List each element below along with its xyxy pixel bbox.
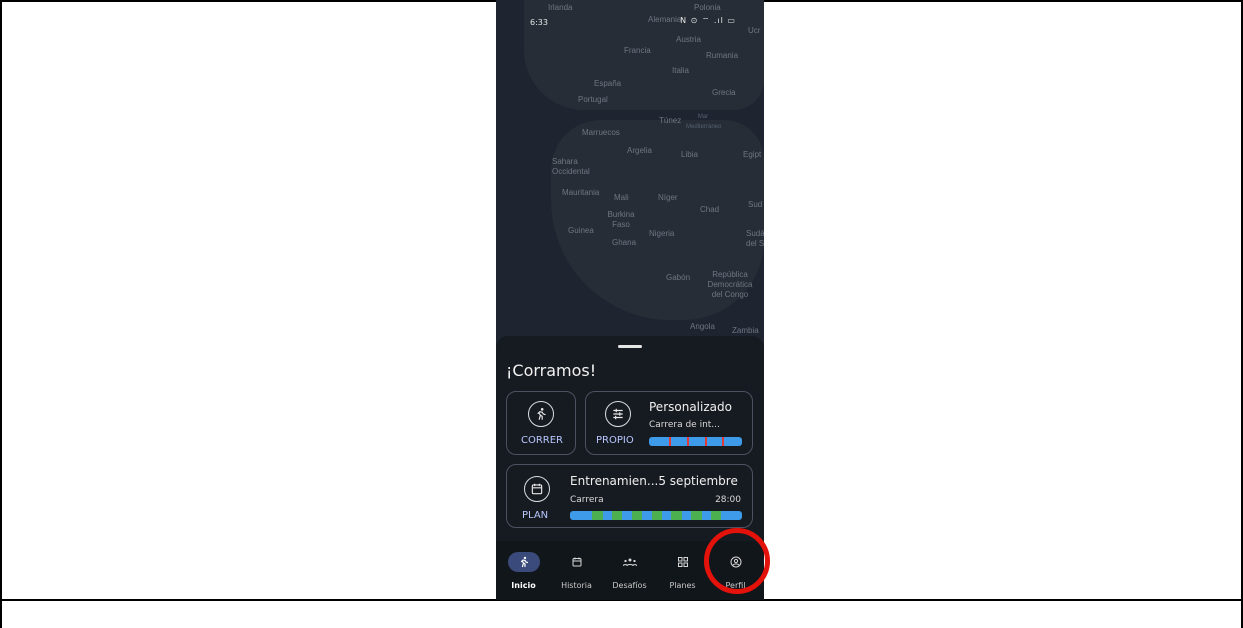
phone-screen: 6:33 N ⊙ ⌔ .ıl ▭ Irlanda Alemania Poloni… xyxy=(496,0,764,600)
interval-bar xyxy=(649,437,742,446)
plan-segment xyxy=(711,511,722,520)
plan-card-duration: 28:00 xyxy=(715,495,741,505)
map-label: República Democrática del Congo xyxy=(707,270,753,299)
run-icon xyxy=(528,401,554,427)
group-icon xyxy=(614,552,646,572)
map-label: Alemania xyxy=(648,15,682,24)
map-label: Egipt xyxy=(743,150,762,159)
map-label: Ghana xyxy=(612,238,637,247)
plan-segment xyxy=(631,511,643,520)
map-label: Nigeria xyxy=(649,229,675,238)
custom-card[interactable]: PROPIO Personalizado Carrera de int... xyxy=(585,391,753,455)
map-label: Libia xyxy=(681,150,698,159)
map-label: Mali xyxy=(614,193,629,202)
map-label: Rumania xyxy=(706,51,739,60)
map-label: Grecia xyxy=(712,88,736,97)
map-label: Túnez xyxy=(659,116,682,125)
map-label: Zambia xyxy=(732,326,759,335)
map-label: Portugal xyxy=(578,95,608,104)
map-label: Mar Mediterráneo xyxy=(686,114,722,130)
map-label: Italia xyxy=(672,66,689,75)
grid-icon xyxy=(667,552,699,572)
status-time: 6:33 xyxy=(530,18,548,27)
nav-item-inicio[interactable]: Inicio xyxy=(497,541,550,600)
sheet-title: ¡Corramos! xyxy=(506,361,597,380)
nav-label: Desafíos xyxy=(612,581,647,590)
frame-left-border xyxy=(0,0,2,628)
custom-card-subtitle: Carrera de int... xyxy=(649,420,720,430)
map-label: Angola xyxy=(690,322,715,331)
map-label: Ucr xyxy=(748,26,761,35)
interval-mark xyxy=(704,437,707,446)
map-view[interactable]: 6:33 N ⊙ ⌔ .ıl ▭ Irlanda Alemania Poloni… xyxy=(496,0,764,345)
map-label: Marruecos xyxy=(582,128,620,137)
interval-mark xyxy=(687,437,690,446)
plan-card-label: PLAN xyxy=(522,510,549,521)
plan-segment xyxy=(691,511,702,520)
highlight-ring xyxy=(704,528,770,594)
plan-segment xyxy=(651,511,662,520)
map-label: Gabón xyxy=(666,273,691,282)
calendar-icon xyxy=(561,552,593,572)
map-label: Irlanda xyxy=(548,3,573,12)
sliders-icon xyxy=(605,401,631,427)
custom-card-title: Personalizado xyxy=(649,400,732,414)
custom-card-label: PROPIO xyxy=(596,435,634,446)
interval-mark xyxy=(722,437,725,446)
plan-card[interactable]: PLAN Entrenamien...5 septiembre Carrera … xyxy=(506,464,753,528)
run-icon xyxy=(507,552,540,572)
interval-mark xyxy=(669,437,672,446)
run-card-label: CORRER xyxy=(520,435,564,446)
nav-item-historia[interactable]: Historia xyxy=(550,541,603,600)
nav-label: Historia xyxy=(561,581,592,590)
map-label: Guinea xyxy=(568,226,594,235)
nav-item-desafios[interactable]: Desafíos xyxy=(603,541,656,600)
map-label: Níger xyxy=(658,193,678,202)
map-label: Sudá del S xyxy=(746,229,764,248)
run-card[interactable]: CORRER xyxy=(506,391,576,455)
map-label: Sahara Occidental xyxy=(552,157,590,176)
nav-label: Inicio xyxy=(511,581,536,590)
drag-handle[interactable] xyxy=(618,345,642,348)
map-label: Argelia xyxy=(627,146,652,155)
nav-item-planes[interactable]: Planes xyxy=(656,541,709,600)
plan-segment xyxy=(671,511,682,520)
plan-card-title: Entrenamien...5 septiembre xyxy=(570,474,738,488)
map-label: Sud xyxy=(748,200,763,209)
map-label: Mauritania xyxy=(562,188,600,197)
plan-segment xyxy=(612,511,623,520)
map-label: España xyxy=(594,79,622,88)
plan-segment xyxy=(592,511,603,520)
plan-card-subtitle: Carrera xyxy=(570,495,604,505)
plan-bar xyxy=(570,511,742,520)
calendar-icon xyxy=(524,476,550,502)
nav-label: Planes xyxy=(669,581,696,590)
map-label: Chad xyxy=(700,205,720,214)
map-label: Burkina Faso xyxy=(607,210,635,229)
map-label: Francia xyxy=(624,46,651,55)
map-label: Austria xyxy=(676,35,701,44)
status-icons: N ⊙ ⌔ .ıl ▭ xyxy=(680,16,736,25)
map-label: Polonia xyxy=(694,3,721,12)
